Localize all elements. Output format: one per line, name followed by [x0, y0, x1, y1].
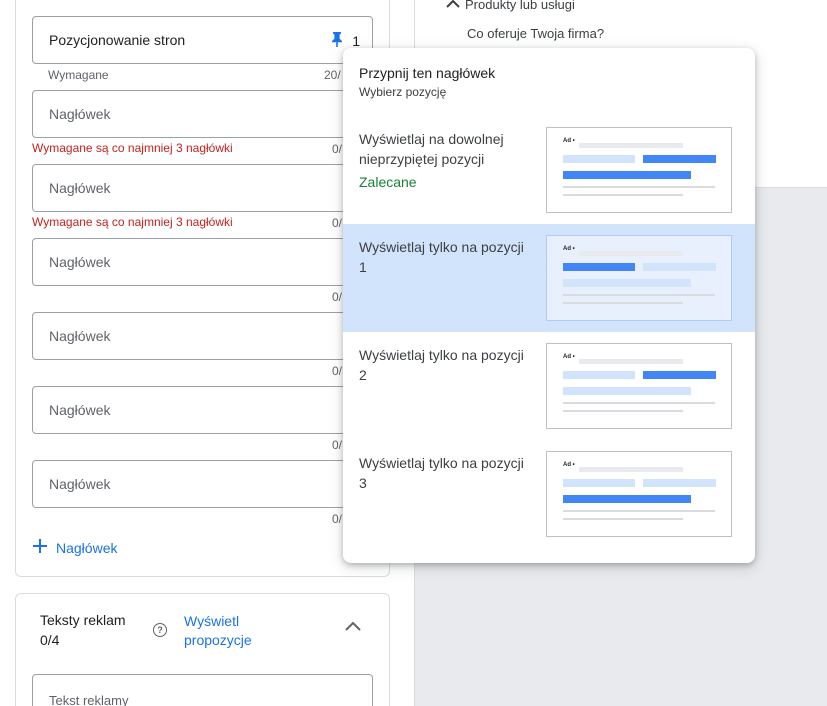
preview-ad-label: Ad • [563, 462, 575, 468]
preview-headline-1 [563, 263, 635, 271]
preview-description-line [563, 402, 715, 404]
help-icon[interactable]: ? [153, 623, 167, 637]
preview-headline-3 [563, 387, 691, 395]
headline-input-1-text: Pozycjonowanie stron [49, 32, 186, 48]
ad-position-preview: Ad • [546, 235, 732, 321]
preview-ad-label: Ad • [563, 138, 575, 144]
preview-description-line [563, 302, 683, 304]
headline-input-3-placeholder: Nagłówek [49, 180, 111, 196]
pin-option-position-3[interactable]: Wyświetlaj tylko na pozycji 3 Ad • [343, 440, 755, 548]
preview-description-line [563, 510, 715, 512]
chevron-up-icon[interactable] [344, 619, 362, 637]
pin-option-label: Wyświetlaj tylko na pozycji 3 [359, 455, 524, 491]
pin-option-any[interactable]: Wyświetlaj na dowolnej nieprzypiętej poz… [343, 116, 755, 224]
preview-headline-1 [563, 479, 635, 487]
products-section-header[interactable]: Produkty lub usługi [445, 0, 575, 12]
preview-headline-3 [563, 279, 691, 287]
ad-position-preview: Ad • [546, 127, 732, 213]
headline-3-error: Wymagane są co najmniej 3 nagłówki [32, 215, 233, 229]
popup-subtitle: Wybierz pozycję [359, 85, 447, 99]
pin-option-position-1[interactable]: Wyświetlaj tylko na pozycji 1 Ad • [343, 224, 755, 332]
headline-input-6[interactable]: Nagłówek [32, 386, 373, 434]
ad-position-preview: Ad • [546, 451, 732, 537]
preview-headline-3 [563, 171, 691, 179]
preview-headline-3 [563, 495, 691, 503]
descriptions-count: 0/4 [40, 632, 60, 648]
headline-1-helper: Wymagane [48, 68, 109, 82]
preview-description-line [563, 518, 683, 520]
preview-headline-2 [643, 263, 716, 271]
description-input-placeholder: Tekst reklamy [49, 693, 129, 706]
description-input[interactable]: Tekst reklamy [32, 674, 373, 706]
headline-4-counter: 0/ [332, 290, 343, 304]
headline-7-counter: 0/ [332, 512, 343, 526]
headline-input-7[interactable]: Nagłówek [32, 460, 373, 508]
headline-6-counter: 0/ [332, 438, 343, 452]
headline-input-3[interactable]: Nagłówek [32, 164, 373, 212]
preview-headline-2 [643, 155, 716, 163]
popup-title: Przypnij ten nagłówek [359, 65, 496, 81]
plus-icon [31, 537, 49, 558]
pin-option-position-2[interactable]: Wyświetlaj tylko na pozycji 2 Ad • [343, 332, 755, 440]
headline-2-error: Wymagane są co najmniej 3 nagłówki [32, 141, 233, 155]
headline-input-5[interactable]: Nagłówek [32, 312, 373, 360]
descriptions-title: Teksty reklam [40, 612, 126, 628]
headline-input-5-placeholder: Nagłówek [49, 328, 111, 344]
preview-ad-label: Ad • [563, 354, 575, 360]
pin-headline-popup: Przypnij ten nagłówek Wybierz pozycję Wy… [343, 48, 755, 563]
recommended-badge: Zalecane [359, 174, 417, 190]
products-heading-label: Produkty lub usługi [465, 0, 575, 12]
descriptions-card: Teksty reklam 0/4 ? Wyświetl propozycje … [15, 593, 390, 706]
pin-option-label: Wyświetlaj tylko na pozycji 1 [359, 239, 524, 275]
preview-description-line [563, 194, 683, 196]
headline-input-4-placeholder: Nagłówek [49, 254, 111, 270]
preview-description-line [563, 410, 683, 412]
pin-option-label: Wyświetlaj na dowolnej nieprzypiętej poz… [359, 131, 504, 167]
headline-2-counter: 0/ [332, 142, 343, 156]
headline-input-1[interactable]: Pozycjonowanie stron 1 [32, 16, 373, 64]
headline-input-6-placeholder: Nagłówek [49, 402, 111, 418]
headline-input-2-placeholder: Nagłówek [49, 106, 111, 122]
products-question: Co oferuje Twoja firma? [467, 26, 605, 41]
chevron-up-icon [445, 0, 461, 12]
show-suggestions-link[interactable]: Wyświetl propozycje [184, 612, 294, 650]
preview-headline-1 [563, 155, 635, 163]
pin-icon [330, 31, 344, 50]
preview-headline-2 [643, 371, 716, 379]
preview-url-bar [579, 143, 683, 148]
add-headline-button[interactable]: Nagłówek [31, 537, 117, 558]
headline-input-7-placeholder: Nagłówek [49, 476, 111, 492]
preview-headline-2 [643, 479, 716, 487]
pin-position-value: 1 [352, 32, 360, 49]
headline-1-counter: 20/ [324, 68, 341, 82]
add-headline-label: Nagłówek [56, 539, 118, 556]
preview-headline-1 [563, 371, 635, 379]
ad-position-preview: Ad • [546, 343, 732, 429]
headline-5-counter: 0/ [332, 364, 343, 378]
preview-description-line [563, 294, 715, 296]
pin-option-label: Wyświetlaj tylko na pozycji 2 [359, 347, 524, 383]
preview-url-bar [579, 467, 683, 472]
preview-url-bar [579, 359, 683, 364]
preview-ad-label: Ad • [563, 246, 575, 252]
preview-description-line [563, 186, 715, 188]
headline-input-2[interactable]: Nagłówek [32, 90, 373, 138]
headline-3-counter: 0/ [332, 216, 343, 230]
preview-url-bar [579, 251, 683, 256]
headline-input-4[interactable]: Nagłówek [32, 238, 373, 286]
